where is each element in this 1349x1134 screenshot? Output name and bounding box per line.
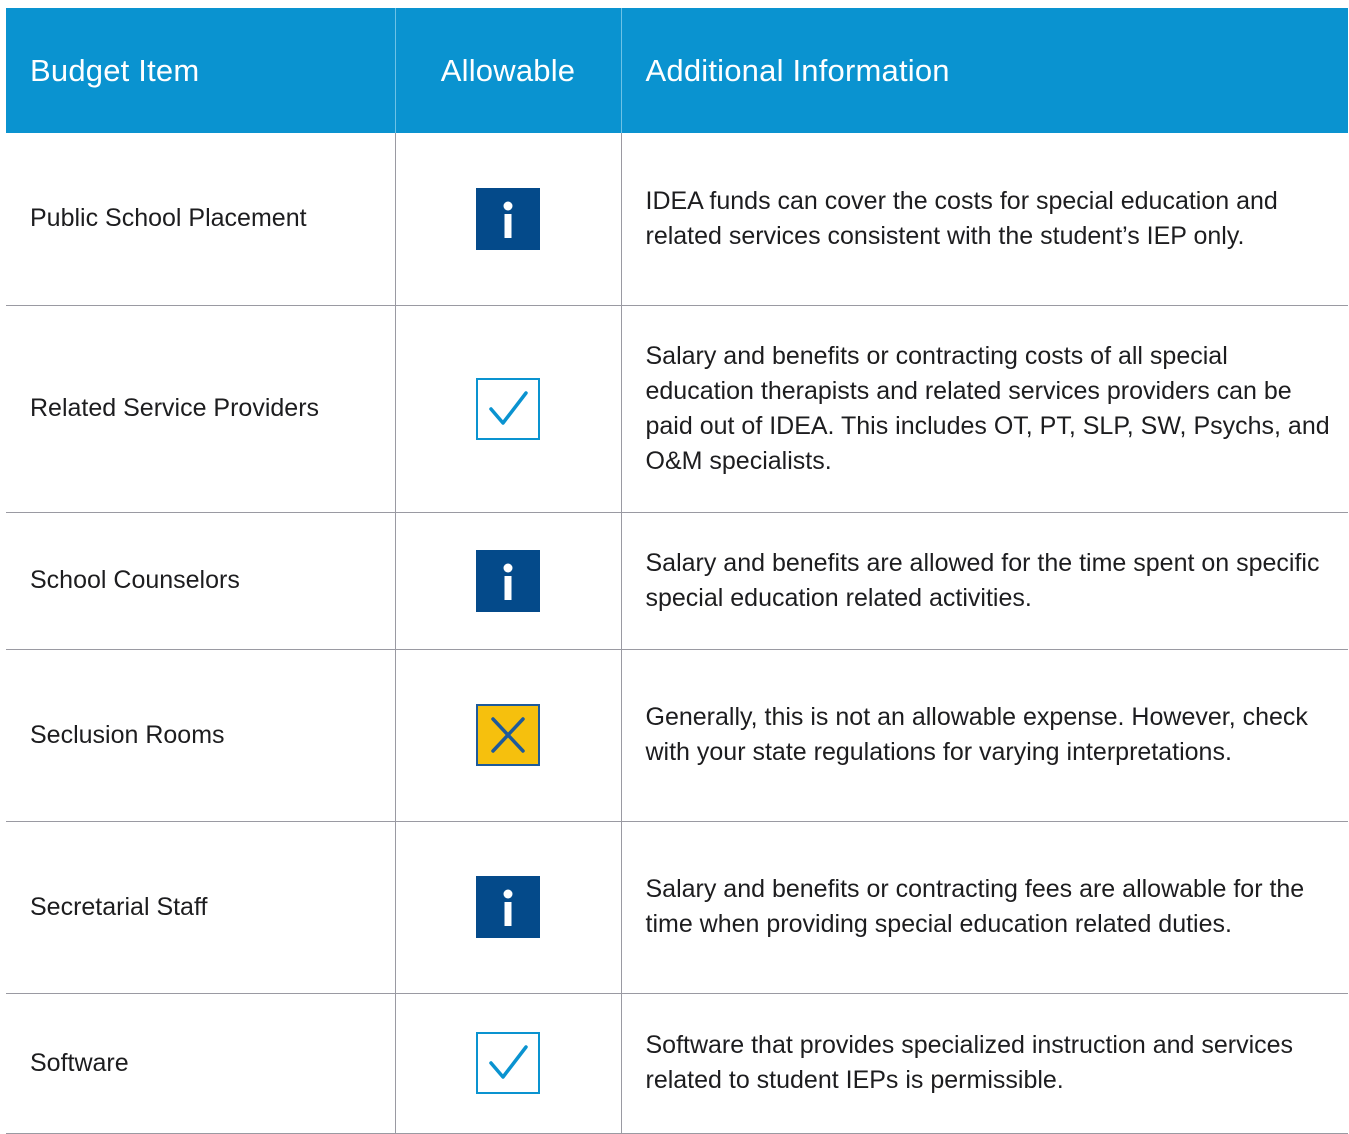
header-allowable: Allowable — [394, 8, 621, 133]
additional-info: IDEA funds can cover the costs for speci… — [620, 133, 1348, 306]
allowable-cell — [394, 648, 622, 822]
table-row: Seclusion Rooms Generally, this is not a… — [6, 648, 1348, 822]
additional-info: Generally, this is not an allowable expe… — [620, 648, 1348, 822]
header-budget-item: Budget Item — [6, 8, 395, 133]
header-additional-information: Additional Information — [620, 8, 1348, 133]
budget-table: Budget Item Allowable Additional Informa… — [6, 8, 1348, 1134]
additional-info: Salary and benefits or contracting costs… — [620, 304, 1348, 513]
x-icon — [476, 704, 540, 766]
table-row: Public School Placement IDEA funds can c… — [6, 133, 1348, 306]
info-icon — [476, 876, 540, 938]
additional-info: Salary and benefits are allowed for the … — [620, 511, 1348, 650]
checkmark-icon — [476, 377, 540, 440]
checkmark-icon — [476, 1032, 540, 1094]
allowable-cell — [394, 133, 622, 306]
budget-item: Seclusion Rooms — [6, 648, 396, 822]
allowable-cell — [394, 304, 622, 513]
table-row: Secretarial Staff Salary and benefits or… — [6, 820, 1348, 994]
budget-item: School Counselors — [6, 511, 396, 650]
budget-item: Related Service Providers — [6, 304, 396, 513]
allowable-cell — [394, 511, 622, 650]
table-row: Software Software that provides speciali… — [6, 992, 1348, 1134]
budget-item: Software — [6, 992, 396, 1134]
additional-info: Salary and benefits or contracting fees … — [620, 820, 1348, 994]
info-icon — [476, 549, 540, 612]
budget-item: Public School Placement — [6, 133, 396, 306]
additional-info: Software that provides specialized instr… — [620, 992, 1348, 1134]
budget-item: Secretarial Staff — [6, 820, 396, 994]
allowable-cell — [394, 820, 622, 994]
info-icon — [476, 187, 540, 250]
allowable-cell — [394, 992, 622, 1134]
table-row: School Counselors Salary and benefits ar… — [6, 511, 1348, 650]
table-header: Budget Item Allowable Additional Informa… — [6, 8, 1348, 133]
table-row: Related Service Providers Salary and ben… — [6, 304, 1348, 513]
